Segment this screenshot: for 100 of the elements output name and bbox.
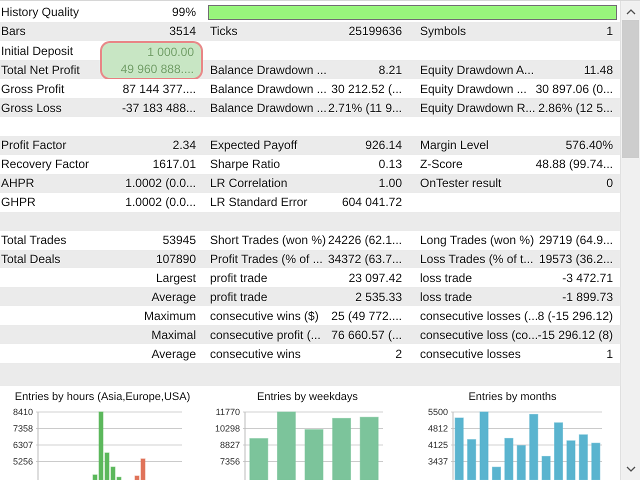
axis-tick-label: 10298: [214, 423, 240, 434]
scrollbar-thumb[interactable]: [622, 20, 639, 158]
chart-bar: [360, 416, 379, 480]
table-cell-text: Average: [152, 288, 196, 306]
axis-tick-label: 7358: [12, 423, 33, 434]
axis-tick-label: 8410: [12, 408, 33, 417]
chart-bar: [591, 442, 600, 480]
table-cell-text: LR Correlation: [210, 175, 288, 192]
table-cell-text: Expected Payoff: [210, 137, 298, 154]
table-cell-text: 576.40%: [566, 137, 613, 154]
chart-bar: [529, 414, 538, 480]
chart-bar: [249, 438, 268, 480]
table-cell-text: 19573 (36.2...: [538, 250, 613, 268]
table-cell-text: 48.88 (99.74...: [536, 156, 613, 174]
table-cell-text: 2.34: [172, 137, 196, 154]
table-cell-text: 2.71% (11 9...: [328, 100, 402, 117]
table-cell-text: 99%: [172, 4, 196, 22]
y-axis: [244, 411, 246, 480]
chart-bar: [554, 422, 564, 480]
table-cell-text: Margin Level: [420, 137, 489, 154]
table-cell-text: 29719 (64.9...: [538, 232, 613, 250]
y-axis: [452, 411, 454, 480]
chart-bar: [516, 445, 526, 480]
table-cell-text: Long Trades (won %): [420, 232, 534, 250]
table-cell-text: 604 041.72: [342, 194, 402, 212]
table-cell-text: consecutive wins ($): [210, 308, 319, 325]
table-cell-text: 1: [606, 23, 613, 40]
table-cell-text: Total Trades: [1, 232, 66, 250]
table-cell-text: 2.86% (12 5...: [538, 100, 613, 117]
table-cell-text: LR Standard Error: [210, 194, 308, 212]
scroll-down-icon[interactable]: [626, 466, 636, 472]
chart-bar: [542, 456, 551, 480]
table-cell-text: Bars: [1, 23, 26, 40]
table-cell-text: Short Trades (won %): [210, 232, 326, 250]
chart-bar: [276, 411, 296, 480]
table-cell-text: History Quality: [1, 4, 80, 22]
table-cell-text: profit trade: [210, 288, 268, 306]
table-cell-text: Total Deals: [1, 250, 60, 268]
chart-bar: [467, 439, 476, 480]
table-cell-text: -15 296.12 (8): [538, 326, 613, 344]
table-cell-text: Gross Loss: [1, 100, 62, 117]
table-cell-text: 8 (-15 296.12): [538, 308, 613, 325]
chart-bar: [578, 434, 588, 480]
scrollbar[interactable]: [620, 1, 640, 480]
table-cell-text: 25199636: [348, 23, 402, 40]
scroll-up-icon[interactable]: [626, 9, 636, 15]
axis-tick-label: 3437: [428, 456, 448, 466]
table-cell-text: 87 144 377....: [122, 80, 196, 98]
chart-bar: [480, 411, 489, 480]
table-cell-text: AHPR: [1, 175, 34, 192]
table-cell-text: OnTester result: [420, 175, 502, 192]
table-cell-text: Balance Drawdown ...: [210, 100, 327, 117]
table-cell-text: Equity Drawdown A...: [420, 62, 534, 80]
table-cell-text: 107890: [156, 250, 196, 268]
table-cell-text: 34372 (63.7...: [328, 250, 402, 268]
table-cell-text: 23 097.42: [348, 270, 402, 287]
chart-bar: [332, 418, 352, 480]
chart-title: Entries by months: [468, 390, 557, 406]
table-cell-text: consecutive profit (...: [210, 326, 321, 344]
table-cell-text: loss trade: [420, 288, 472, 306]
table-cell-text: Z-Score: [420, 156, 463, 174]
chart-bar: [566, 440, 576, 480]
table-cell-text: 1: [606, 346, 613, 363]
table-cell-text: 24226 (62.1...: [328, 232, 402, 250]
table-cell-text: Loss Trades (% of t...: [420, 250, 534, 268]
table-cell-text: 926.14: [365, 137, 402, 154]
table-cell-text: 1.0002 (0.0...: [125, 194, 196, 212]
table-cell-text: Gross Profit: [1, 80, 64, 98]
table-cell-text: Balance Drawdown ...: [210, 62, 327, 80]
table-cell-text: 2: [395, 346, 402, 363]
table-cell-text: Sharpe Ratio: [210, 156, 280, 174]
table-cell-text: 30 897.06 (0...: [536, 80, 613, 98]
axis-tick-label: 7356: [220, 456, 240, 466]
table-cell-text: 1.00: [378, 175, 402, 192]
axis-tick-label: 5500: [428, 408, 448, 417]
chart-bar: [454, 417, 464, 480]
table-cell-text: Maximal: [151, 326, 196, 344]
table-cell-text: 3514: [169, 23, 196, 40]
table-cell-text: GHPR: [1, 194, 36, 212]
table-cell-text: 8.21: [378, 62, 402, 80]
axis-tick-label: 8827: [220, 440, 240, 450]
table-cell-text: -37 183 488...: [122, 100, 196, 117]
table-cell-text: Profit Trades (% of ...: [210, 250, 323, 268]
table-cell-text: consecutive losses (...: [420, 308, 538, 325]
table-cell-text: Symbols: [420, 23, 466, 40]
table-cell-text: 1 000.00: [147, 44, 194, 61]
table-cell-text: consecutive loss (co...: [420, 326, 538, 344]
table-cell-text: loss trade: [420, 270, 472, 287]
table-cell-text: consecutive losses: [420, 346, 521, 363]
chart-title: Entries by hours (Asia,Europe,USA): [14, 390, 190, 406]
table-cell-text: 1617.01: [152, 156, 196, 174]
axis-tick-label: 6307: [12, 440, 33, 450]
table-cell-text: Balance Drawdown ...: [210, 80, 327, 98]
chart-bar: [492, 466, 501, 480]
table-cell-text: -1 899.73: [562, 288, 613, 306]
chart-bar: [504, 438, 514, 480]
table-cell-text: 76 660.57 (...: [331, 326, 402, 344]
axis-tick-label: 5256: [12, 456, 33, 466]
table-cell-text: Equity Drawdown ...: [420, 80, 527, 98]
table-cell-text: consecutive wins: [210, 346, 301, 363]
